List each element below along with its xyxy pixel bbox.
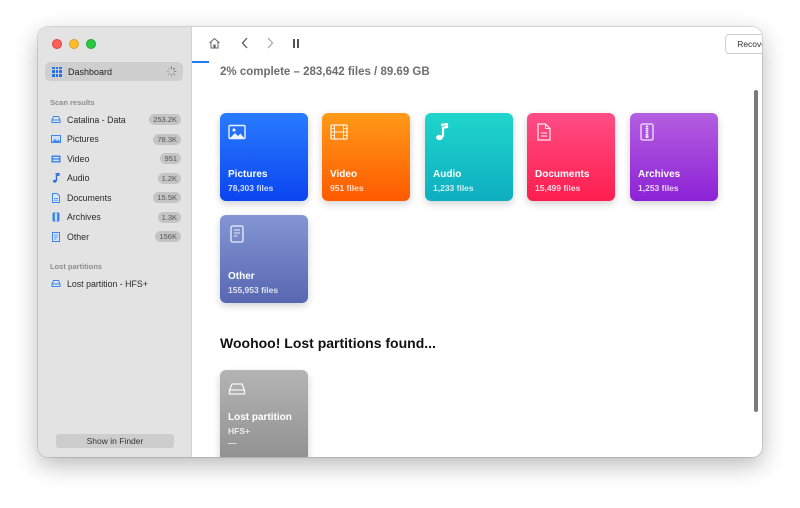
count-badge: 78.3K [153,133,181,145]
lost-partitions-list: Lost partition - HFS+ [45,274,183,294]
music-note-icon [436,123,449,141]
minimize-window-button[interactable] [69,39,79,49]
sidebar-item-documents[interactable]: Documents 15.5K [45,188,183,208]
drive-icon [228,383,246,395]
close-window-button[interactable] [52,39,62,49]
category-tile-pictures[interactable]: Pictures 78,303 files [220,113,308,201]
category-name: Video [330,169,358,180]
count-badge: 15.5K [153,192,181,203]
sidebar-item-label: Audio [67,173,90,184]
category-name: Pictures [228,169,268,180]
scan-status-text: 2% complete – 283,642 files / 89.69 GB [220,66,430,78]
category-count: 1,233 files [433,183,474,193]
home-icon[interactable] [207,36,221,50]
category-count: 1,253 files [638,183,679,193]
category-tile-documents[interactable]: Documents 15,499 files [527,113,615,201]
category-count: 15,499 files [535,183,581,193]
sidebar-item-label: Other [67,231,90,242]
sidebar-item-label: Documents [67,192,112,203]
count-badge: 951 [160,153,181,164]
lost-partitions-heading: Woohoo! Lost partitions found... [220,335,436,351]
count-badge: 253.2K [149,114,181,125]
vertical-scrollbar[interactable] [754,90,758,412]
archive-icon [640,123,654,141]
picture-icon [51,134,61,144]
category-tile-other[interactable]: Other 155,953 files [220,215,308,303]
film-icon [51,154,61,164]
sidebar-item-pictures[interactable]: Pictures 78.3K [45,130,183,150]
archive-icon [51,212,61,222]
sidebar-item-label: Pictures [67,134,99,145]
music-note-icon [51,173,61,183]
show-in-finder-button[interactable]: Show in Finder [56,434,174,448]
partition-filesystem: HFS+ [228,426,250,436]
main-content: Recover all... Review found items 2% com… [192,27,762,457]
app-window: Dashboard Scan results Catalina - Data 2… [38,27,762,457]
drive-icon [51,115,61,125]
document-icon [537,123,551,141]
lost-partitions-heading: Lost partitions [50,262,103,271]
category-count: 951 files [330,183,364,193]
category-name: Documents [535,169,590,180]
sidebar-item-catalina-data[interactable]: Catalina - Data 253.2K [45,110,183,130]
count-badge: 1.2K [157,172,181,184]
sidebar-item-video[interactable]: Video 951 [45,149,183,169]
partition-size: — [228,438,237,448]
sidebar-item-audio[interactable]: Audio 1.2K [45,169,183,189]
lost-partition-tile[interactable]: Lost partition HFS+ — [220,370,308,457]
recover-all-button[interactable]: Recover all... [725,34,762,54]
partition-name: Lost partition [228,412,292,423]
sidebar-item-label: Dashboard [68,66,113,77]
sidebar-item-label: Archives [67,212,101,223]
category-tile-video[interactable]: Video 951 files [322,113,410,201]
sidebar-item-dashboard[interactable]: Dashboard [45,62,183,81]
count-badge: 1.3K [157,211,181,223]
category-name: Audio [433,169,462,180]
count-badge: 156K [155,231,181,242]
file-icon [230,225,244,243]
scan-results-heading: Scan results [50,98,95,107]
dashboard-grid-icon [52,66,62,77]
sidebar-item-label: Video [67,153,90,164]
category-count: 78,303 files [228,183,274,193]
chevron-right-icon[interactable] [263,36,277,50]
sidebar-item-label: Catalina - Data [67,114,126,125]
sidebar-item-lost-partition[interactable]: Lost partition - HFS+ [45,274,183,294]
sidebar-item-archives[interactable]: Archives 1.3K [45,208,183,228]
scan-progress-bar [192,61,209,63]
picture-icon [228,124,246,140]
loading-spinner-icon [166,66,177,77]
file-icon [51,231,61,242]
sidebar-item-label: Lost partition - HFS+ [67,278,148,289]
category-tile-archives[interactable]: Archives 1,253 files [630,113,718,201]
category-name: Archives [638,169,681,180]
sidebar-item-other[interactable]: Other 156K [45,227,183,247]
scan-results-list: Catalina - Data 253.2K Pictures 78.3K Vi… [45,110,183,247]
film-icon [330,124,348,140]
window-controls [52,39,96,49]
pause-icon[interactable] [289,36,303,50]
document-icon [51,192,61,203]
category-count: 155,953 files [228,285,279,295]
category-tile-audio[interactable]: Audio 1,233 files [425,113,513,201]
sidebar: Dashboard Scan results Catalina - Data 2… [38,27,192,457]
category-name: Other [228,271,255,282]
drive-icon [51,279,61,289]
zoom-window-button[interactable] [86,39,96,49]
chevron-left-icon[interactable] [238,36,252,50]
